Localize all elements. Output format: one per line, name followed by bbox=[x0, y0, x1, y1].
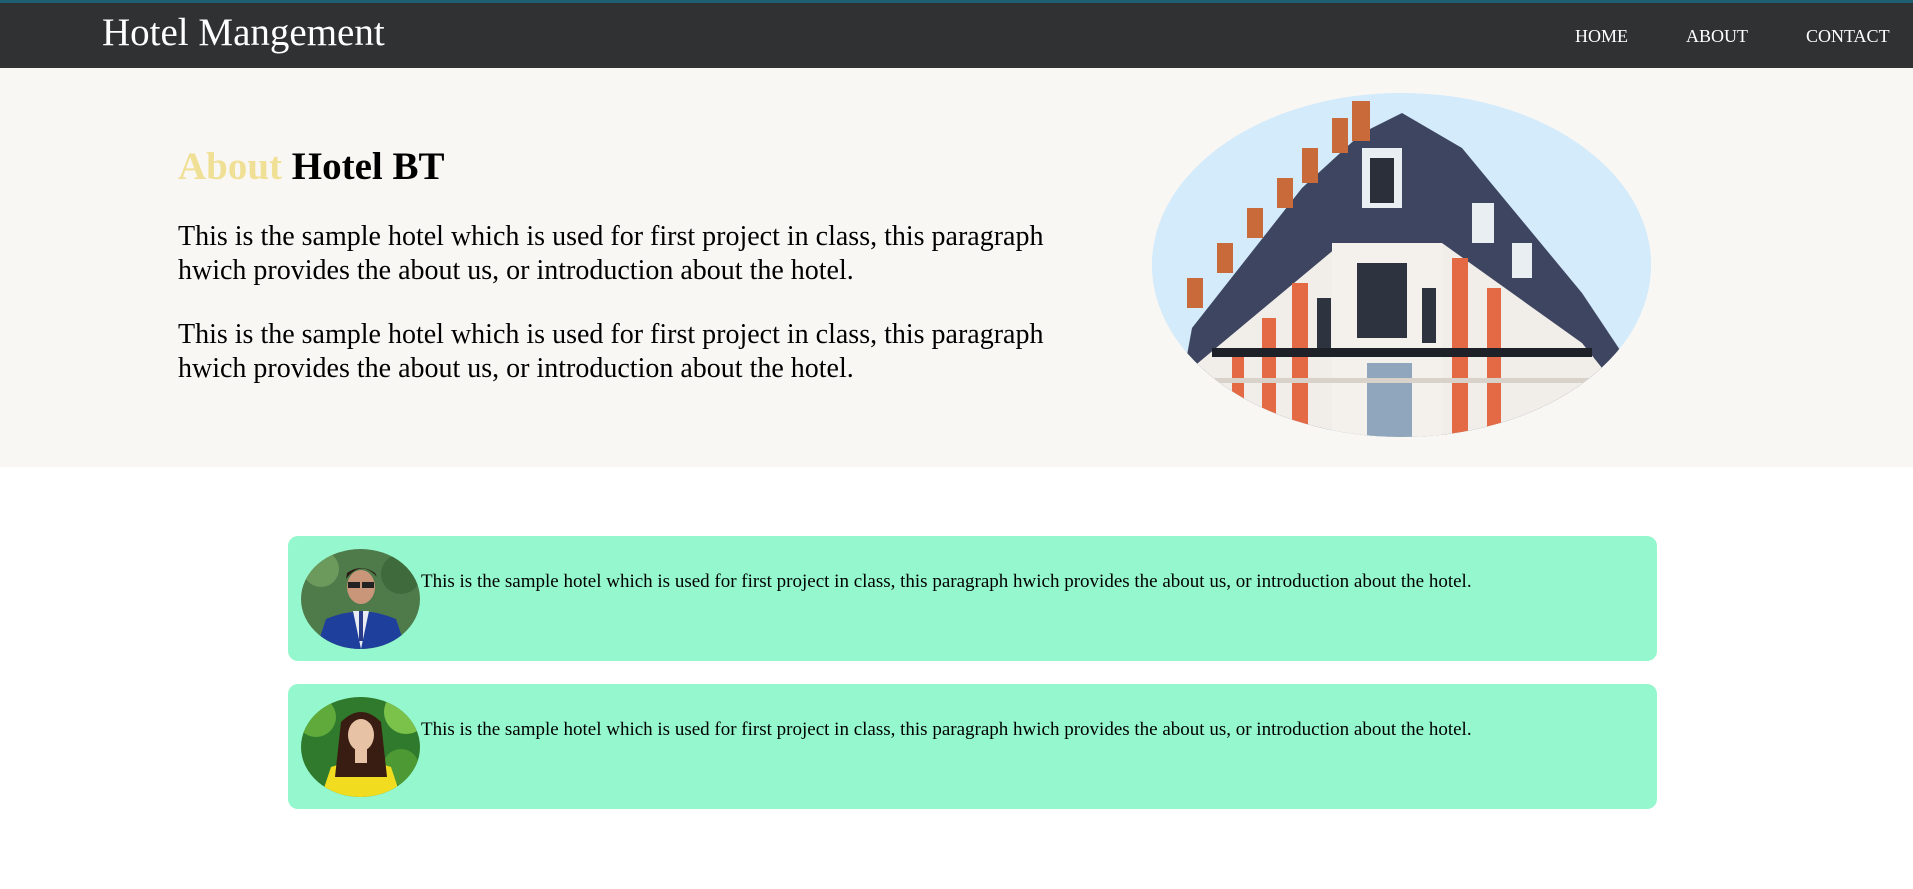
about-section: About Hotel BT This is the sample hotel … bbox=[0, 68, 1913, 467]
testimonial-text: This is the sample hotel which is used f… bbox=[421, 571, 1472, 592]
testimonial-card: This is the sample hotel which is used f… bbox=[288, 684, 1657, 809]
about-heading-accent: About bbox=[178, 145, 283, 188]
about-paragraph-1: This is the sample hotel which is used f… bbox=[178, 221, 1044, 286]
about-paragraph-2: This is the sample hotel which is used f… bbox=[178, 319, 1044, 384]
avatar bbox=[301, 697, 420, 797]
testimonial-cards: This is the sample hotel which is used f… bbox=[288, 536, 1657, 832]
testimonial-card: This is the sample hotel which is used f… bbox=[288, 536, 1657, 661]
nav-link-home[interactable]: HOME bbox=[1575, 25, 1628, 47]
brand-logo-link[interactable]: Hotel Mangement bbox=[102, 9, 385, 57]
navbar: Hotel Mangement HOME ABOUT CONTACT bbox=[0, 0, 1913, 68]
nav-link-contact[interactable]: CONTACT bbox=[1806, 25, 1890, 47]
about-heading-hotel-name: Hotel BT bbox=[291, 145, 445, 188]
testimonial-text: This is the sample hotel which is used f… bbox=[421, 719, 1472, 740]
hotel-building-image bbox=[1152, 93, 1651, 437]
nav-link-about[interactable]: ABOUT bbox=[1686, 25, 1748, 47]
avatar bbox=[301, 549, 420, 649]
about-heading: About Hotel BT bbox=[178, 144, 445, 190]
